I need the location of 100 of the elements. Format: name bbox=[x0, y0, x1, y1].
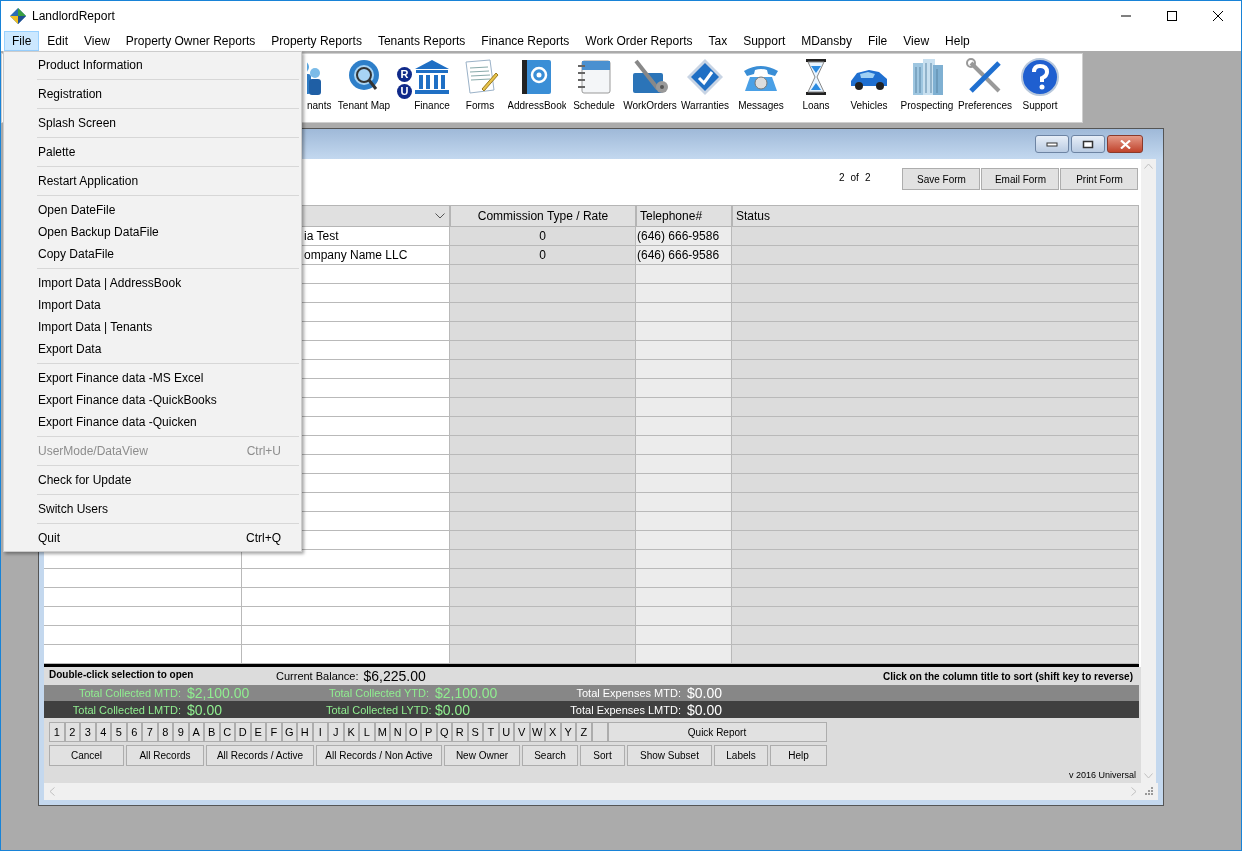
toolbar-label[interactable]: Preferences bbox=[958, 100, 1012, 112]
letter-key[interactable]: 3 bbox=[80, 722, 96, 742]
table-cell: (646) 666-9586 bbox=[636, 227, 732, 246]
toolbar-badge[interactable]: R bbox=[397, 67, 412, 82]
toolbar-label[interactable]: WorkOrders bbox=[623, 100, 677, 112]
toolbar-badge[interactable]: U bbox=[397, 84, 412, 99]
sort-hint-text: Click on the column title to sort (shift key to reverse) bbox=[882, 669, 1133, 684]
action-button[interactable]: Labels bbox=[714, 745, 768, 766]
warranty-badge-icon[interactable] bbox=[685, 57, 725, 97]
toolbar-label[interactable]: Vehicles bbox=[850, 100, 888, 112]
letter-key[interactable]: 7 bbox=[142, 722, 158, 742]
toolbar-label[interactable]: Schedule bbox=[573, 100, 615, 112]
menu-item[interactable]: Property Reports bbox=[263, 31, 370, 51]
table-cell: 0 bbox=[450, 246, 636, 265]
toolbar-label[interactable]: Warranties bbox=[681, 100, 729, 112]
column-header[interactable]: Commission Type / Rate bbox=[450, 205, 636, 227]
menu-item[interactable]: Palette bbox=[4, 141, 301, 163]
letter-key[interactable]: P bbox=[421, 722, 437, 742]
menu-item[interactable]: Import Data bbox=[4, 294, 301, 316]
menu-item[interactable]: MDansby bbox=[793, 31, 860, 51]
menu-item[interactable]: Switch Users bbox=[4, 498, 301, 520]
resize-grip-icon[interactable] bbox=[1145, 787, 1153, 795]
total-value: $2,100.00 bbox=[187, 685, 251, 701]
menu-item[interactable]: Export Finance data -QuickBooks bbox=[4, 389, 301, 411]
form-button[interactable]: Print Form bbox=[1060, 168, 1139, 190]
letter-key[interactable]: X bbox=[545, 722, 561, 742]
form-button[interactable]: Save Form bbox=[902, 168, 981, 190]
action-button[interactable]: All Records / Non Active bbox=[316, 745, 442, 766]
balance-label: Current Balance: bbox=[276, 668, 359, 684]
action-button[interactable]: All Records / Active bbox=[206, 745, 314, 766]
chevron-down-icon[interactable] bbox=[435, 213, 445, 219]
menu-item[interactable]: Restart Application bbox=[4, 170, 301, 192]
menu-item[interactable]: Export Finance data -MS Excel bbox=[4, 367, 301, 389]
menu-item[interactable]: Work Order Reports bbox=[577, 31, 701, 51]
restore-icon bbox=[1082, 139, 1094, 149]
table-cell: (646) 666-9586 bbox=[636, 246, 732, 265]
total-label: Total Collected LMTD: bbox=[71, 702, 181, 717]
action-button[interactable]: Help bbox=[770, 745, 827, 766]
letter-key[interactable]: 1 bbox=[49, 722, 65, 742]
letter-key[interactable]: L bbox=[359, 722, 375, 742]
menu-item[interactable]: Export Finance data -Quicken bbox=[4, 411, 301, 433]
action-button[interactable]: Show Subset bbox=[627, 745, 712, 766]
menu-item[interactable]: View bbox=[76, 31, 118, 51]
column-header[interactable]: Telephone# bbox=[636, 205, 732, 227]
menu-item[interactable]: Registration bbox=[4, 83, 301, 105]
letter-key[interactable]: H bbox=[297, 722, 313, 742]
toolbar-label[interactable]: Tenant Map bbox=[337, 100, 391, 112]
toolbar-label[interactable]: Loans bbox=[802, 100, 830, 112]
menu-item[interactable]: Finance Reports bbox=[473, 31, 578, 51]
toolbar-label[interactable]: Prospecting bbox=[900, 100, 954, 112]
letter-key[interactable]: 5 bbox=[111, 722, 127, 742]
menu-item[interactable]: Tax bbox=[700, 31, 736, 51]
toolbar-label[interactable]: Forms bbox=[465, 100, 495, 112]
toolbar-label[interactable]: nants bbox=[307, 100, 331, 112]
menu-item[interactable]: Import Data | Tenants bbox=[4, 316, 301, 338]
letter-key[interactable]: J bbox=[328, 722, 344, 742]
action-button[interactable]: Cancel bbox=[49, 745, 124, 766]
action-button[interactable]: All Records bbox=[126, 745, 204, 766]
letter-key[interactable]: D bbox=[235, 722, 251, 742]
bank-icon[interactable] bbox=[412, 57, 452, 97]
menu-item[interactable]: Support bbox=[735, 31, 794, 51]
letter-key[interactable]: Z bbox=[576, 722, 592, 742]
total-value: $0.00 bbox=[687, 685, 723, 701]
menu-item[interactable]: File bbox=[859, 31, 896, 51]
form-button[interactable]: Email Form bbox=[981, 168, 1060, 190]
column-header[interactable]: Status bbox=[732, 205, 1139, 227]
toolbar-label[interactable]: AddressBook bbox=[508, 100, 566, 112]
restore-button[interactable] bbox=[1071, 135, 1105, 153]
letter-key[interactable]: R bbox=[452, 722, 468, 742]
action-button[interactable]: Search bbox=[522, 745, 578, 766]
toolbar-label[interactable]: Support bbox=[1022, 100, 1058, 112]
menu-item[interactable]: Tenants Reports bbox=[369, 31, 474, 51]
total-label: Total Expenses LMTD: bbox=[569, 702, 681, 717]
maximize-icon bbox=[1167, 11, 1177, 21]
menu-item[interactable]: Check for Update bbox=[4, 469, 301, 491]
letter-key[interactable]: N bbox=[390, 722, 406, 742]
action-button[interactable]: Sort bbox=[580, 745, 625, 766]
letter-key[interactable]: B bbox=[204, 722, 220, 742]
menu-item[interactable]: Splash Screen bbox=[4, 112, 301, 134]
toolbar-label[interactable]: Messages bbox=[738, 100, 784, 112]
menu-item[interactable]: File bbox=[4, 31, 40, 51]
toolbar-label[interactable]: Finance bbox=[414, 100, 450, 112]
menu-item[interactable]: Quit Ctrl+Q bbox=[4, 527, 301, 549]
menu-item[interactable]: Property Owner Reports bbox=[117, 31, 264, 51]
action-button[interactable]: New Owner bbox=[444, 745, 520, 766]
menu-item[interactable]: Edit bbox=[39, 31, 77, 51]
help-icon[interactable] bbox=[1020, 57, 1060, 97]
balance-value: $6,225.00 bbox=[363, 666, 426, 686]
letter-key[interactable]: 9 bbox=[173, 722, 189, 742]
menu-item[interactable]: Import Data | AddressBook bbox=[4, 272, 301, 294]
menu-item[interactable]: View bbox=[895, 31, 938, 51]
letter-key[interactable]: V bbox=[514, 722, 530, 742]
menu-item[interactable]: Open DateFile bbox=[4, 199, 301, 221]
menu-item[interactable]: Product Information bbox=[4, 54, 301, 76]
menu-item[interactable]: Help bbox=[937, 31, 978, 51]
letter-key[interactable]: F bbox=[266, 722, 282, 742]
quick-report-button[interactable]: Quick Report bbox=[607, 722, 827, 742]
close-button[interactable] bbox=[1107, 135, 1143, 153]
menu-item[interactable]: Export Data bbox=[4, 338, 301, 360]
letter-key[interactable]: T bbox=[483, 722, 499, 742]
